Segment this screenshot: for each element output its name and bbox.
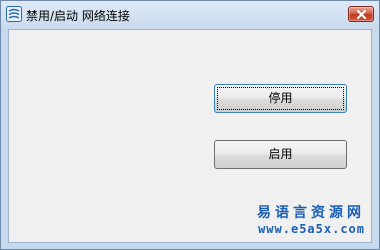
app-window: 禁用/启动 网络连接 停用 启用 易语言资源网 www.e5a5x.com <box>0 0 380 250</box>
watermark-url: www.e5a5x.com <box>258 222 365 236</box>
window-title: 禁用/启动 网络连接 <box>26 9 130 23</box>
watermark: 易语言资源网 www.e5a5x.com <box>257 202 365 236</box>
close-button[interactable] <box>348 6 374 22</box>
client-area: 停用 启用 易语言资源网 www.e5a5x.com <box>8 29 372 243</box>
app-icon <box>6 6 22 22</box>
disable-button[interactable]: 停用 <box>214 84 347 113</box>
title-bar[interactable]: 禁用/启动 网络连接 <box>1 1 379 29</box>
enable-button[interactable]: 启用 <box>214 140 347 169</box>
watermark-site-name: 易语言资源网 <box>257 205 365 221</box>
close-icon <box>357 10 366 19</box>
